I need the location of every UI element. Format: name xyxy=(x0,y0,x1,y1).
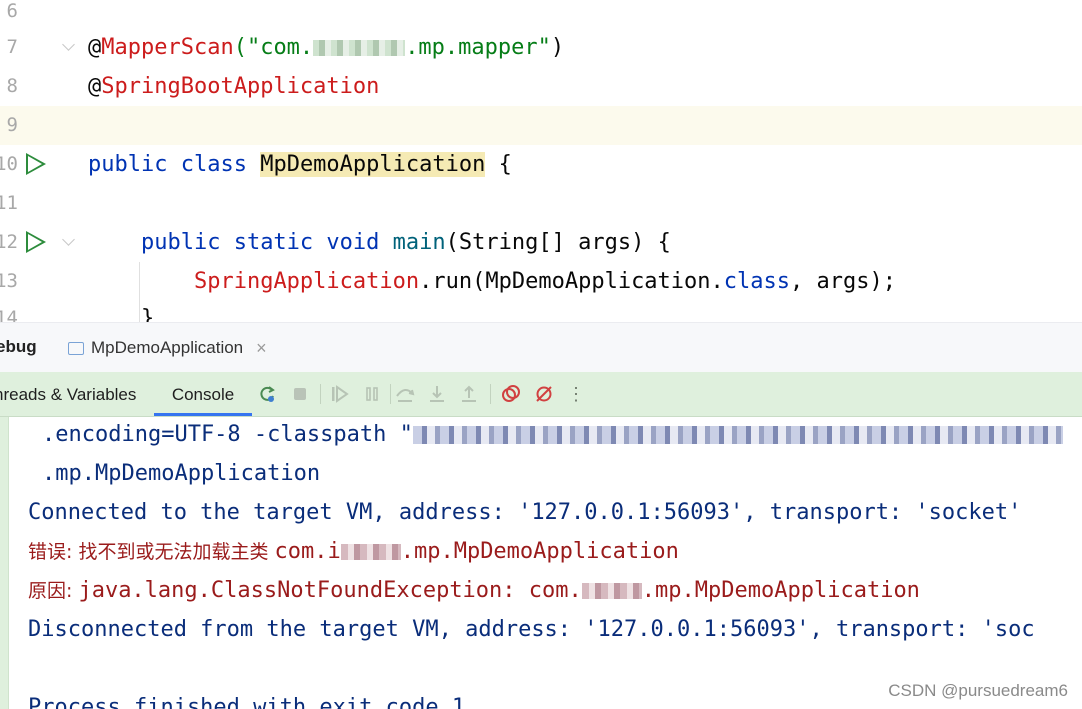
code-line-8: 8 @SpringBootApplication xyxy=(0,67,1082,106)
code-line-14: 14 } xyxy=(0,299,1082,322)
redacted-classpath xyxy=(412,426,1063,444)
console-line-exit: Process finished with exit code 1 xyxy=(28,688,465,709)
at-sign: @ xyxy=(88,74,102,99)
keyword: public static void xyxy=(140,230,380,255)
console-text: .encoding=UTF-8 -classpath " xyxy=(42,422,413,447)
console-text: .mp.MpDemoApplication xyxy=(42,461,321,486)
tab-run-config-label: MpDemoApplication xyxy=(91,338,244,357)
error-label: 错误: 找不到或无法加载主类 xyxy=(28,541,275,563)
stop-icon[interactable] xyxy=(290,384,310,404)
line-number: 9 xyxy=(6,114,18,136)
step-out-icon[interactable] xyxy=(459,384,479,404)
watermark: CSDN @pursuedream6 xyxy=(888,681,1068,700)
fold-chevron-icon[interactable] xyxy=(62,233,75,246)
console-text: Disconnected from the target VM, address… xyxy=(28,617,1035,642)
console-text: java.lang.ClassNotFoundException: com. xyxy=(78,578,582,603)
toolbar-separator xyxy=(390,384,391,404)
code-line-9-current[interactable]: 9 xyxy=(0,106,1082,145)
console-gutter xyxy=(0,417,9,709)
step-into-icon[interactable] xyxy=(427,384,447,404)
line-number: 11 xyxy=(0,192,18,214)
redacted-package xyxy=(581,583,642,599)
line-number: 7 xyxy=(6,36,18,58)
view-breakpoints-icon[interactable] xyxy=(501,384,521,404)
resume-icon[interactable] xyxy=(330,384,350,404)
console-text: .mp.MpDemoApplication xyxy=(641,578,920,603)
string-post: .mp.mapper" xyxy=(405,35,551,60)
pause-icon[interactable] xyxy=(362,384,382,404)
line-number: 6 xyxy=(6,0,18,22)
rerun-icon[interactable] xyxy=(257,384,277,404)
code-line-13: 13 SpringApplication.run(MpDemoApplicati… xyxy=(0,262,1082,301)
annotation-springboot: SpringBootApplication xyxy=(101,74,380,99)
toolbar-separator xyxy=(320,384,321,404)
console-text: com.i xyxy=(274,539,341,564)
run-gutter-icon[interactable] xyxy=(26,153,46,175)
tab-run-config[interactable]: MpDemoApplication × xyxy=(68,331,267,365)
code-line-11: 11 xyxy=(0,184,1082,223)
brace: { xyxy=(485,152,512,177)
call-tail: , args); xyxy=(790,269,896,294)
more-options-icon[interactable]: ⋮ xyxy=(566,384,586,405)
code-editor[interactable]: 6 7 @MapperScan("com. .mp.mapper") 8 @Spr… xyxy=(0,0,1082,322)
console-text: .mp.MpDemoApplication xyxy=(400,539,679,564)
debugger-toolbar: nreads & Variables Console ⋮ xyxy=(0,372,1082,417)
tool-window-title[interactable]: ebug xyxy=(0,337,37,357)
step-over-icon[interactable] xyxy=(395,384,415,404)
cause-label: 原因: xyxy=(28,580,79,602)
line-number: 12 xyxy=(0,231,18,253)
line-number: 10 xyxy=(0,153,18,175)
closing-brace: } xyxy=(140,306,155,322)
redacted-package xyxy=(340,544,401,560)
keyword: class xyxy=(723,269,791,294)
fold-chevron-icon[interactable] xyxy=(62,38,75,51)
console-line-mainclass: .mp.MpDemoApplication xyxy=(42,454,320,493)
code-line-12: 12 public static void main(String[] args… xyxy=(0,223,1082,262)
method-name: main xyxy=(392,230,446,255)
line-number: 14 xyxy=(0,307,18,322)
code-line-7: 7 @MapperScan("com. .mp.mapper") xyxy=(0,28,1082,67)
console-line-error: 错误: 找不到或无法加载主类 com.i .mp.MpDemoApplicatio… xyxy=(28,532,679,572)
code-line-6: 6 xyxy=(0,0,1082,31)
paren-close: ) xyxy=(550,35,565,60)
line-number: 8 xyxy=(6,75,18,97)
string-pre: ("com. xyxy=(233,35,314,60)
tab-threads-variables[interactable]: nreads & Variables xyxy=(0,372,136,416)
class-name[interactable]: MpDemoApplication xyxy=(260,152,486,177)
keyword: public class xyxy=(88,152,247,177)
annotation-mapperscan: MapperScan xyxy=(101,35,234,60)
signature: (String[] args) { xyxy=(445,230,671,255)
at-sign: @ xyxy=(88,35,102,60)
tab-console[interactable]: Console xyxy=(154,372,252,416)
debug-tool-window-header: ebug MpDemoApplication × xyxy=(0,322,1082,373)
run-gutter-icon[interactable] xyxy=(26,231,46,253)
console-text: Connected to the target VM, address: '12… xyxy=(28,500,1022,525)
line-number: 13 xyxy=(0,270,18,292)
call: .run(MpDemoApplication. xyxy=(419,269,724,294)
console-text: Process finished with exit code 1 xyxy=(28,695,466,709)
console-line-classpath: .encoding=UTF-8 -classpath " xyxy=(42,417,1063,454)
code-line-10: 10 public class MpDemoApplication { xyxy=(0,145,1082,184)
console-line-cause: 原因: java.lang.ClassNotFoundException: co… xyxy=(28,571,920,611)
console-line-connected: Connected to the target VM, address: '12… xyxy=(28,493,1021,532)
mute-breakpoints-icon[interactable] xyxy=(534,384,554,404)
close-icon[interactable]: × xyxy=(256,338,267,359)
class-ref: SpringApplication xyxy=(193,269,420,294)
toolbar-separator xyxy=(490,384,491,404)
application-window-icon xyxy=(68,341,84,355)
console-output[interactable]: .encoding=UTF-8 -classpath " .mp.MpDemoA… xyxy=(0,417,1082,709)
redacted-package xyxy=(313,40,406,56)
console-line-disconnected: Disconnected from the target VM, address… xyxy=(28,610,1035,649)
